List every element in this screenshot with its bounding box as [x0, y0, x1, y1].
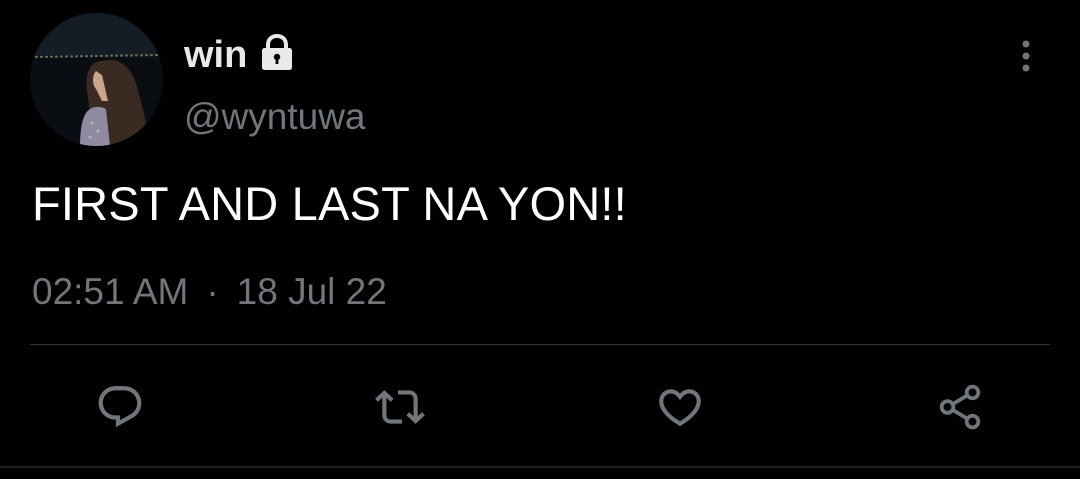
share-button[interactable]: [930, 374, 990, 440]
tweet-detail: win @wyntuwa FIRST AND LAST NA YON!! 02:…: [0, 0, 1080, 479]
bottom-divider: [0, 466, 1080, 468]
tweet-text: FIRST AND LAST NA YON!!: [32, 177, 627, 230]
meta-separator: ·: [206, 271, 219, 312]
share-icon: [939, 384, 981, 430]
more-vertical-icon: [1022, 40, 1030, 72]
display-name[interactable]: win: [184, 36, 247, 74]
retweet-button[interactable]: [370, 374, 430, 440]
avatar[interactable]: [30, 13, 163, 146]
display-name-row[interactable]: win: [184, 30, 297, 80]
divider: [30, 344, 1050, 345]
reply-button[interactable]: [90, 374, 150, 440]
tweet-date: 18 Jul 22: [236, 271, 387, 312]
lock-icon: [257, 33, 297, 73]
profile-photo: [30, 13, 163, 146]
heart-icon: [659, 389, 701, 427]
like-button[interactable]: [650, 374, 710, 440]
retweet-icon: [375, 390, 425, 424]
action-bar: [0, 374, 1080, 440]
tweet-time: 02:51 AM: [32, 271, 189, 312]
username-handle[interactable]: @wyntuwa: [184, 98, 366, 135]
tweet-timestamp[interactable]: 02:51 AM · 18 Jul 22: [32, 273, 387, 310]
more-options-button[interactable]: [1008, 36, 1044, 76]
reply-icon: [98, 386, 142, 428]
